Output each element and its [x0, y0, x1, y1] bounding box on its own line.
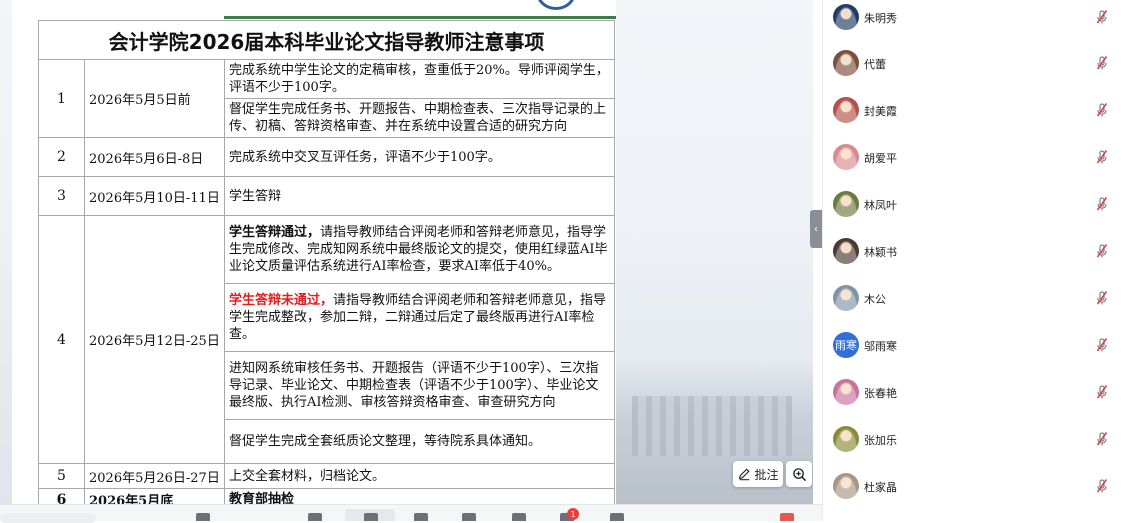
participant-list: 朱明秀代蕾封美霞胡爱平林凤叶林颖书木公雨寒 邬雨寒张春艳张加乐杜家晶 — [822, 0, 1126, 520]
photo-avatar-icon — [833, 97, 859, 123]
participant-row[interactable]: 木公 — [823, 281, 1126, 328]
shared-screen: 会计学院2026届本科毕业论文指导教师注意事项 1 2026年5月5日前 完成系… — [0, 0, 813, 504]
row-date: 2026年5月12日-25日 — [84, 215, 225, 464]
task-cell: 完成系统中学生论文的定稿审核，查重低于20%。导师评阅学生，评语不少于100字。 — [223, 59, 616, 99]
mic-muted-icon[interactable] — [1095, 478, 1109, 494]
participant-row[interactable]: 封美霞 — [823, 93, 1126, 140]
document-page: 会计学院2026届本科毕业论文指导教师注意事项 1 2026年5月5日前 完成系… — [12, 0, 616, 504]
avatar-initials: 雨寒 — [835, 339, 857, 352]
participant-row[interactable]: 朱明秀 — [823, 0, 1126, 47]
toolbar-search-field[interactable] — [0, 513, 96, 523]
participant-name: 邬雨寒 — [864, 340, 897, 353]
photo-avatar-icon — [833, 285, 859, 311]
participant-row[interactable]: 雨寒 邬雨寒 — [823, 328, 1126, 375]
mic-muted-icon[interactable] — [1095, 290, 1109, 306]
row-date: 2026年5月6日-8日 — [84, 137, 225, 177]
mic-muted-icon[interactable] — [1095, 149, 1109, 165]
chevron-left-icon: ‹ — [814, 223, 818, 235]
mic-muted-icon[interactable] — [1095, 337, 1109, 353]
task-cell: 学生答辩通过，请指导教师结合评阅老师和答辩老师意见，指导学生完成修改、完成知网系… — [223, 215, 616, 284]
task-lead-pass: 学生答辩通过， — [229, 225, 321, 240]
participant-name: 张春艳 — [864, 387, 897, 400]
row-number: 4 — [38, 215, 85, 464]
row-number: 6 — [38, 488, 85, 504]
photo-avatar-icon — [833, 426, 859, 452]
row-number: 1 — [38, 59, 85, 138]
participant-row[interactable]: 代蕾 — [823, 46, 1126, 93]
participant-row[interactable]: 林颖书 — [823, 234, 1126, 281]
mic-muted-icon[interactable] — [1095, 196, 1109, 212]
row-date: 2026年5月底 — [84, 488, 225, 504]
participant-row[interactable]: 林凤叶 — [823, 187, 1126, 234]
photo-avatar-icon — [833, 473, 859, 499]
participant-name: 林凤叶 — [864, 199, 897, 212]
mic-muted-icon[interactable] — [1095, 55, 1109, 71]
photo-avatar-icon — [833, 238, 859, 264]
mic-muted-icon[interactable] — [1095, 243, 1109, 259]
participant-name: 林颖书 — [864, 246, 897, 259]
zoom-in-button[interactable] — [786, 461, 812, 487]
collapse-panel-button[interactable]: ‹ — [810, 210, 822, 248]
mic-muted-icon[interactable] — [1095, 384, 1109, 400]
row-date: 2026年5月26日-27日 — [84, 463, 225, 489]
school-logo-icon — [536, 0, 576, 10]
cartoon-avatar-icon — [833, 4, 859, 30]
annotate-label: 批注 — [754, 467, 779, 482]
photo-avatar-icon — [833, 191, 859, 217]
mic-muted-icon[interactable] — [1095, 9, 1109, 25]
row-date: 2026年5月5日前 — [84, 59, 225, 138]
participant-row[interactable]: 张加乐 — [823, 422, 1126, 469]
task-cell: 上交全套材料，归档论文。 — [223, 463, 616, 489]
annotate-button[interactable]: 批注 — [733, 461, 783, 487]
task-cell: 学生答辩 — [223, 176, 616, 216]
notification-badge: 1 — [567, 508, 579, 520]
mic-muted-icon[interactable] — [1095, 431, 1109, 447]
participant-row[interactable]: 胡爱平 — [823, 140, 1126, 187]
participant-row[interactable]: 杜家晶 — [823, 469, 1126, 516]
notice-table: 会计学院2026届本科毕业论文指导教师注意事项 1 2026年5月5日前 完成系… — [37, 20, 616, 504]
task-lead-fail: 学生答辩未通过， — [229, 293, 334, 308]
task-cell: 督促学生完成全套纸质论文整理，等待院系具体通知。 — [223, 419, 616, 464]
task-cell: 学生答辩未通过，请指导教师结合评阅老师和答辩老师意见，指导学生完成整改，参加二辩… — [223, 283, 616, 352]
participant-name: 胡爱平 — [864, 152, 897, 165]
mic-muted-icon[interactable] — [1095, 102, 1109, 118]
row-number: 3 — [38, 176, 85, 216]
participant-name: 张加乐 — [864, 434, 897, 447]
row-date: 2026年5月10日-11日 — [84, 176, 225, 216]
initial-avatar-icon: 雨寒 — [833, 332, 859, 358]
participant-name: 朱明秀 — [864, 12, 897, 25]
cartoon-avatar-icon — [833, 379, 859, 405]
photo-avatar-icon — [833, 144, 859, 170]
photo-avatar-icon — [833, 50, 859, 76]
participant-name: 封美霞 — [864, 105, 897, 118]
header-rule — [224, 16, 616, 19]
task-cell: 完成系统中交叉互评任务，评语不少于100字。 — [223, 137, 616, 177]
row-number: 2 — [38, 137, 85, 177]
participant-name: 代蕾 — [864, 58, 886, 71]
task-cell: 进知网系统审核任务书、开题报告（评语不少于100字）、三次指导记录、毕业论文、中… — [223, 351, 616, 420]
zoom-in-icon — [792, 467, 806, 481]
task-cell: 教育部抽检 — [223, 488, 616, 504]
pen-icon — [739, 468, 751, 481]
participant-name: 木公 — [864, 293, 886, 306]
participant-row[interactable]: 张春艳 — [823, 375, 1126, 422]
row-number: 5 — [38, 463, 85, 489]
document-title: 会计学院2026届本科毕业论文指导教师注意事项 — [37, 20, 616, 60]
meeting-toolbar: 1 — [0, 504, 822, 523]
task-cell: 督促学生完成任务书、开题报告、中期检查表、三次指导记录的上传、初稿、答辩资格审查… — [223, 98, 616, 138]
participant-name: 杜家晶 — [864, 481, 897, 494]
